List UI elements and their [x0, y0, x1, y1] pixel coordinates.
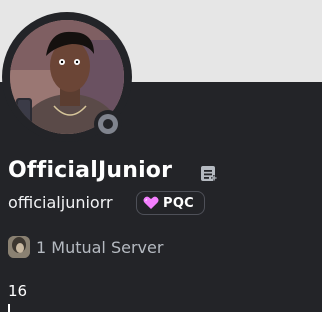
username: officialjuniorr — [8, 193, 113, 212]
server-tag-label: PQC — [163, 195, 195, 211]
note-icon[interactable] — [200, 165, 218, 183]
mutual-servers-label: 1 Mutual Server — [36, 237, 164, 257]
status-indicator — [94, 110, 122, 138]
offline-status-icon — [98, 114, 118, 134]
avatar-frame — [2, 12, 132, 142]
display-name: OfficialJunior — [8, 158, 173, 183]
bio-text: 16 — [8, 282, 28, 300]
server-tag-badge[interactable]: PQC — [136, 191, 206, 215]
bio-continuation — [8, 304, 10, 312]
mutual-servers[interactable]: 1 Mutual Server — [8, 236, 163, 258]
heart-icon — [143, 196, 159, 209]
server-icon — [8, 236, 30, 258]
